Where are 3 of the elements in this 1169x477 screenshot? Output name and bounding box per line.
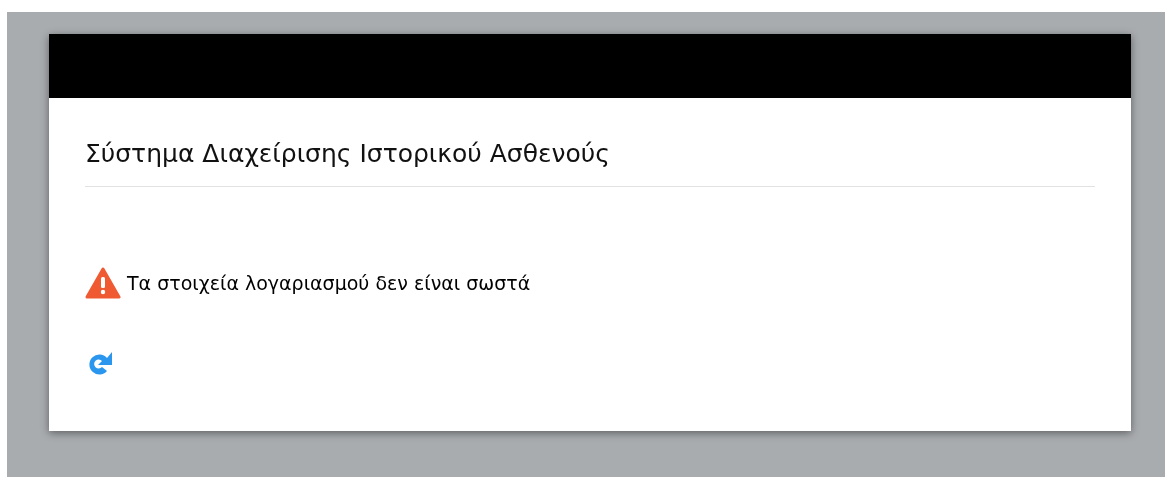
warning-icon — [85, 267, 121, 299]
error-message: Τα στοιχεία λογαριασμού δεν είναι σωστά — [127, 270, 531, 296]
page-title: Σύστημα Διαχείρισης Ιστορικού Ασθενούς — [85, 98, 1095, 187]
